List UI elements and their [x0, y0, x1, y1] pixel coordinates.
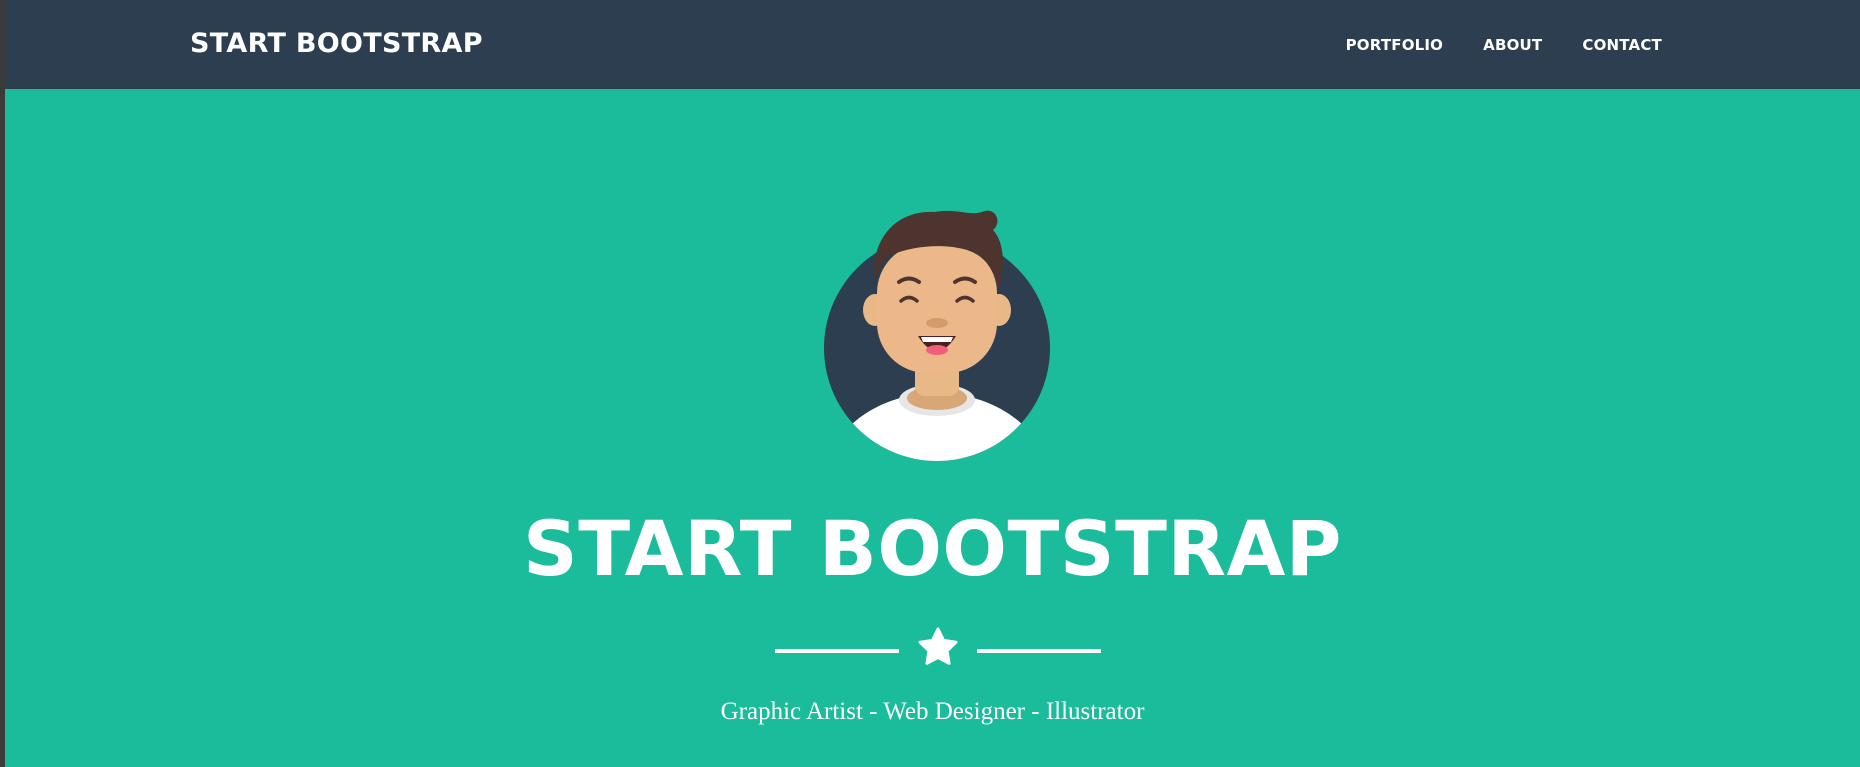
star-divider [775, 627, 1101, 665]
hero-title: START BOOTSTRAP [522, 504, 1342, 593]
page-frame: START BOOTSTRAP PORTFOLIO ABOUT CONTACT [5, 0, 1860, 767]
star-icon [918, 627, 958, 665]
divider-line-left [775, 649, 899, 653]
nav-link-contact[interactable]: CONTACT [1582, 36, 1662, 54]
nav-links: PORTFOLIO ABOUT CONTACT [1346, 36, 1662, 54]
nav-link-portfolio[interactable]: PORTFOLIO [1346, 36, 1444, 54]
hero-subtitle: Graphic Artist - Web Designer - Illustra… [720, 698, 1145, 725]
divider-line-right [977, 649, 1101, 653]
brand-link[interactable]: START BOOTSTRAP [190, 26, 483, 62]
navbar: START BOOTSTRAP PORTFOLIO ABOUT CONTACT [5, 0, 1860, 89]
avatar-icon [824, 210, 1050, 461]
nav-link-about[interactable]: ABOUT [1483, 36, 1542, 54]
